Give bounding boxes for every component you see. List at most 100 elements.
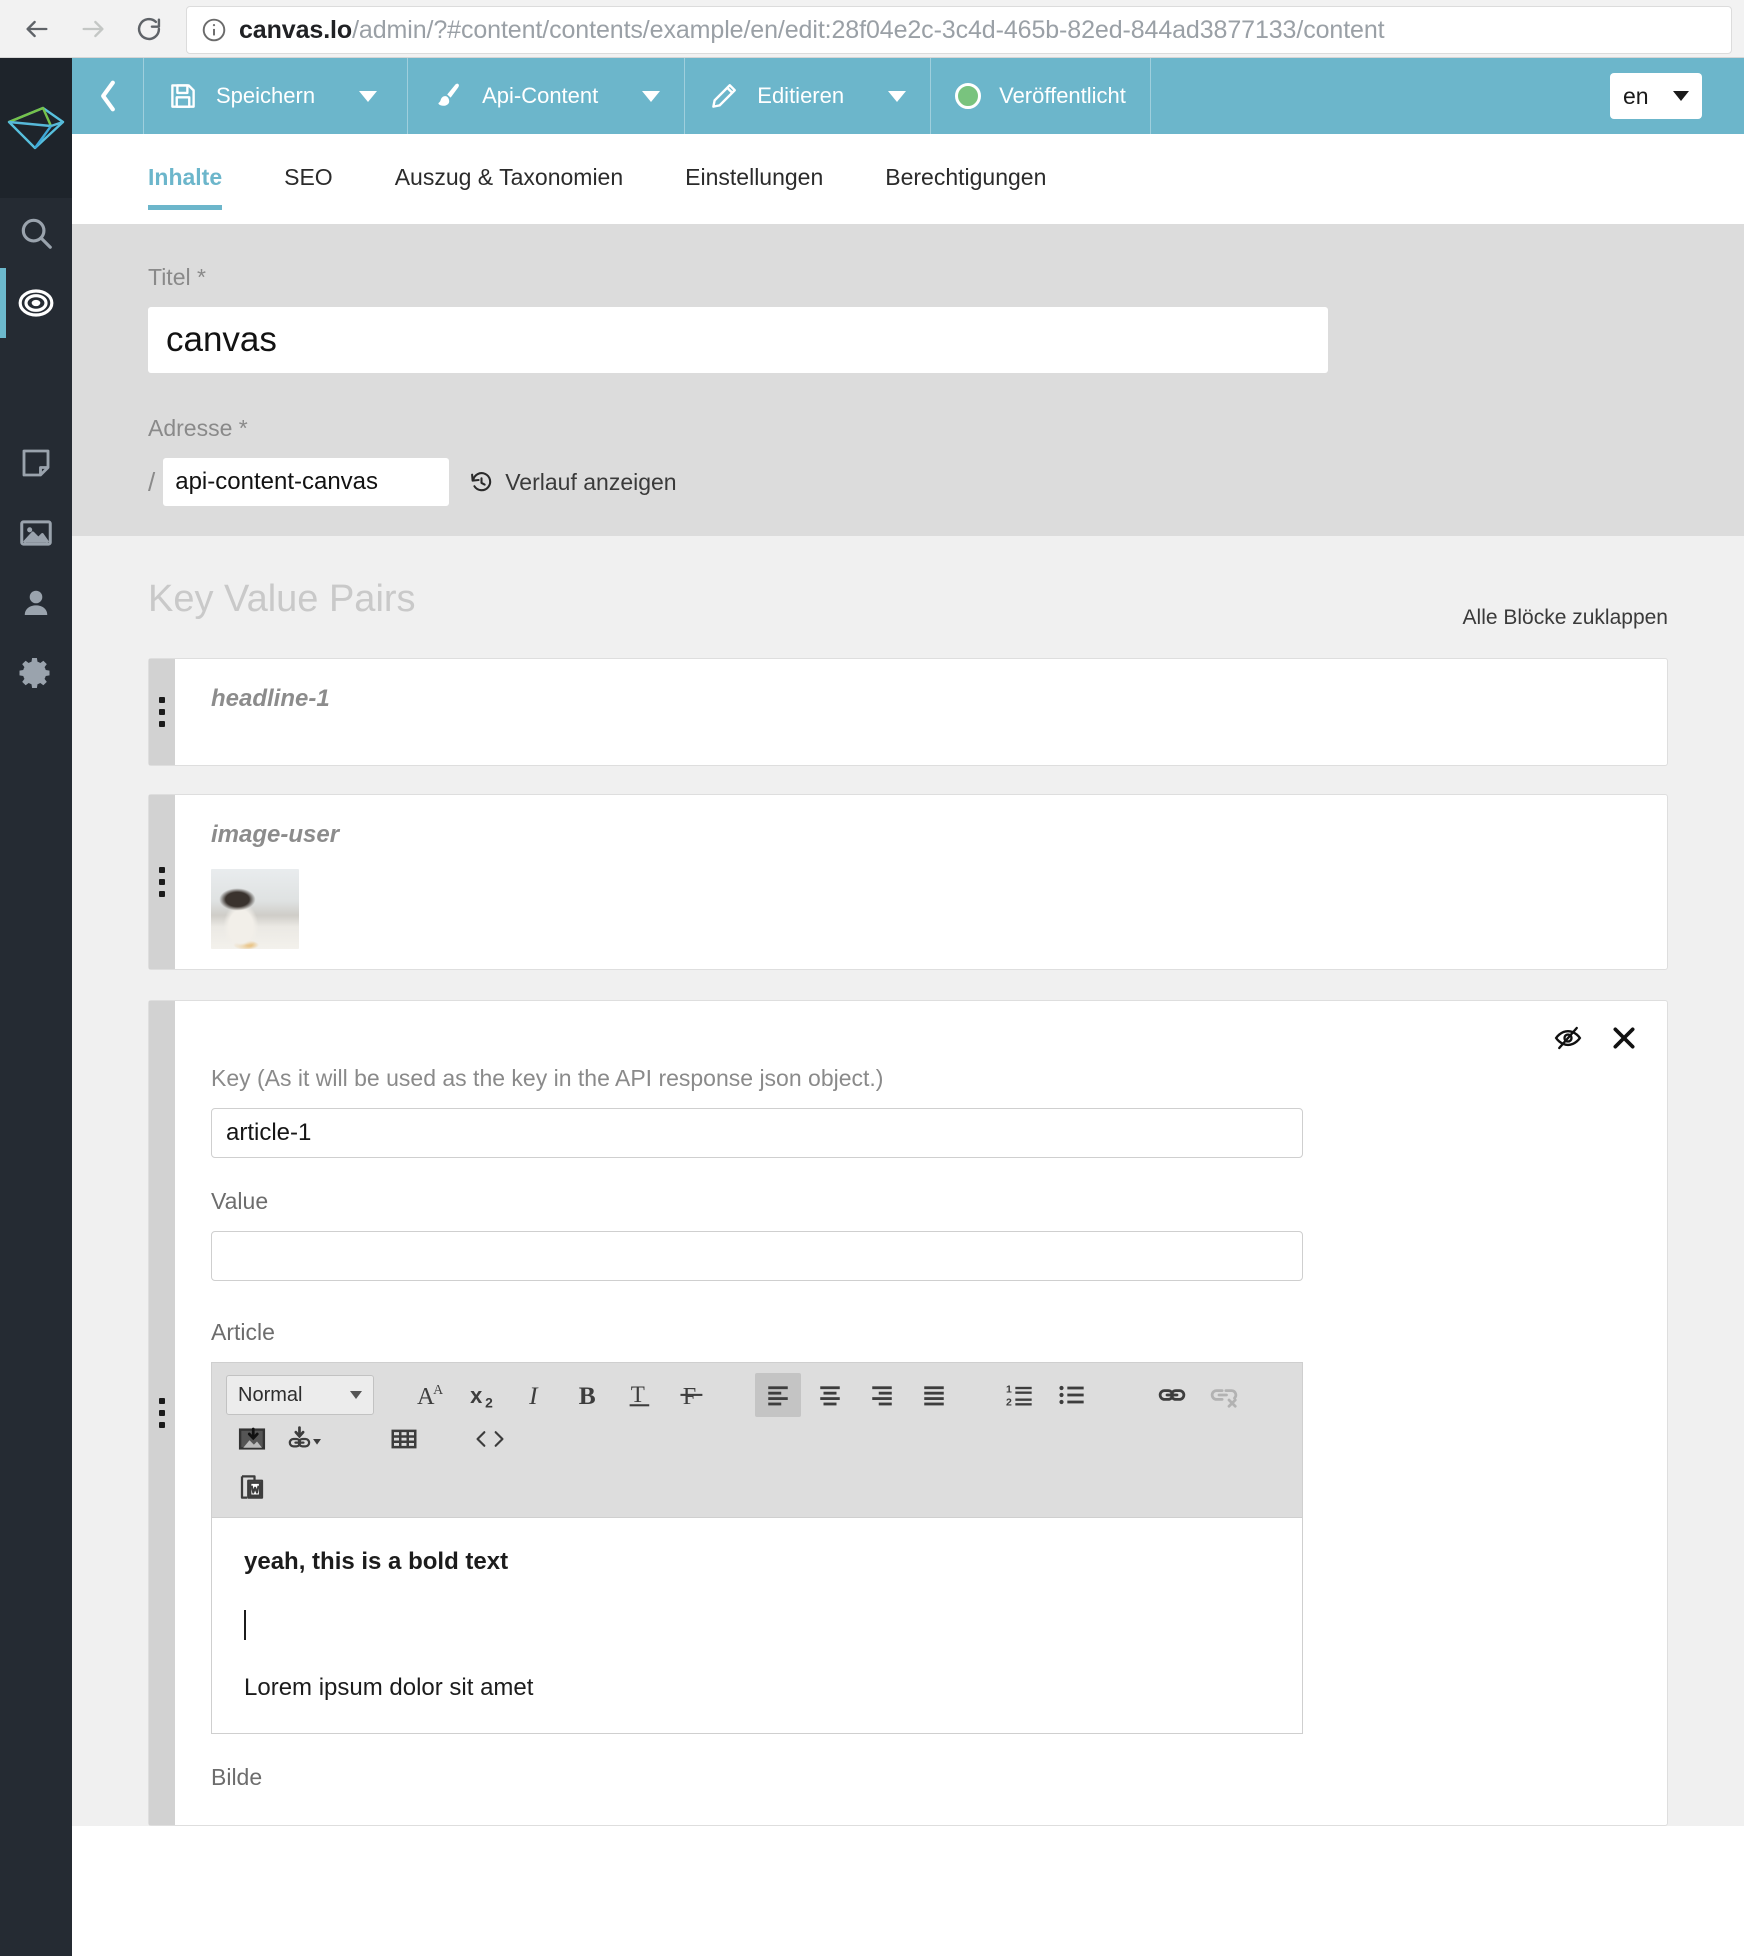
- collapse-all-blocks-button[interactable]: Alle Blöcke zuklappen: [1463, 606, 1668, 630]
- remove-block-button[interactable]: [1611, 1025, 1637, 1056]
- address-prefix: /: [148, 466, 156, 497]
- kvp-block-key-label: headline-1: [211, 685, 330, 712]
- meta-form-panel: Titel * canvas Adresse * / api-content-c…: [72, 224, 1744, 536]
- align-right-icon[interactable]: [859, 1373, 905, 1417]
- app-logo[interactable]: [0, 58, 72, 198]
- content-type-button[interactable]: Api-Content: [408, 58, 686, 134]
- drag-dots-icon: [159, 1397, 165, 1428]
- editor-format-select[interactable]: Normal: [226, 1375, 374, 1415]
- font-size-glyph: A A: [417, 1382, 443, 1410]
- tab-auszug-taxonomien[interactable]: Auszug & Taxonomien: [395, 134, 623, 224]
- value-input[interactable]: [211, 1231, 1303, 1281]
- kvp-block-collapsed[interactable]: headline-1: [148, 658, 1668, 766]
- key-value-pairs-section: Key Value Pairs Alle Blöcke zuklappen he…: [72, 536, 1744, 1826]
- align-left-icon[interactable]: [755, 1373, 801, 1417]
- tab-seo[interactable]: SEO: [284, 134, 333, 224]
- paste-from-word-icon[interactable]: [229, 1465, 275, 1509]
- kvp-block-actions: [1553, 1023, 1637, 1058]
- chevron-left-icon: [100, 80, 115, 112]
- insert-table-icon[interactable]: [381, 1417, 427, 1461]
- address-input[interactable]: api-content-canvas: [163, 458, 450, 506]
- title-input[interactable]: canvas: [148, 307, 1328, 373]
- url-host: canvas.lo: [239, 15, 353, 44]
- align-center-icon[interactable]: [807, 1373, 853, 1417]
- content-type-dropdown-caret-icon[interactable]: [642, 90, 661, 102]
- kvp-block-key-label: image-user: [211, 821, 340, 848]
- kvp-block-body: Key (As it will be used as the key in th…: [175, 1001, 1667, 1825]
- toolbar-back-button[interactable]: [72, 58, 144, 134]
- insert-link-icon[interactable]: [1149, 1373, 1195, 1417]
- browser-back-button[interactable]: [14, 6, 60, 52]
- title-field-label: Titel *: [148, 264, 206, 290]
- sidebar-item-pages[interactable]: [0, 428, 72, 498]
- sidebar-item-users[interactable]: [0, 568, 72, 638]
- edit-mode-button[interactable]: Editieren: [685, 58, 932, 134]
- font-size-icon[interactable]: A A: [409, 1373, 455, 1417]
- browser-forward-button[interactable]: [70, 6, 116, 52]
- arrow-left-icon: [26, 20, 48, 37]
- editor-format-value: Normal: [238, 1383, 303, 1406]
- info-circle-icon[interactable]: [201, 17, 227, 43]
- sidebar-item-search[interactable]: [0, 198, 72, 268]
- publish-status-button[interactable]: Veröffentlicht: [931, 58, 1151, 134]
- hide-block-button[interactable]: [1553, 1023, 1583, 1058]
- tab-berechtigungen[interactable]: Berechtigungen: [885, 134, 1046, 224]
- page-icon: [22, 449, 50, 477]
- image-thumbnail[interactable]: [211, 869, 299, 949]
- remove-link-icon[interactable]: [1201, 1373, 1247, 1417]
- main-content: Speichern Api-Content Editieren Veröffen…: [72, 58, 1744, 1956]
- pencil-icon: [709, 81, 739, 111]
- sidebar-item-content[interactable]: [0, 268, 72, 338]
- save-dropdown-caret-icon[interactable]: [359, 90, 378, 102]
- align-right-glyph: [872, 1386, 892, 1406]
- image-download-glyph: [238, 1427, 266, 1450]
- content-type-label: Api-Content: [482, 83, 599, 108]
- ordered-list-glyph: 1 2: [1006, 1384, 1032, 1409]
- language-select[interactable]: en: [1610, 73, 1702, 119]
- address-field-label: Adresse *: [148, 415, 248, 441]
- strikethrough-glyph: F: [680, 1383, 703, 1410]
- svg-text:B: B: [579, 1382, 596, 1410]
- editor-content-area[interactable]: yeah, this is a bold text Lorem ipsum do…: [211, 1517, 1303, 1734]
- unlink-glyph: [1210, 1389, 1238, 1408]
- status-dot-icon: [955, 83, 982, 109]
- browser-reload-button[interactable]: [126, 6, 172, 52]
- save-button[interactable]: Speichern: [144, 58, 409, 134]
- bold-icon[interactable]: B: [565, 1373, 611, 1417]
- address-bar-url: canvas.lo/admin/?#content/contents/examp…: [239, 16, 1385, 45]
- left-sidebar: [0, 58, 72, 1956]
- subscript-icon[interactable]: x 2: [461, 1373, 507, 1417]
- align-justify-icon[interactable]: [911, 1373, 957, 1417]
- address-bar[interactable]: canvas.lo/admin/?#content/contents/examp…: [186, 6, 1732, 54]
- insert-image-icon[interactable]: [229, 1417, 275, 1461]
- svg-text:2: 2: [1006, 1397, 1012, 1409]
- editor-toolbar-row-2: [226, 1461, 1288, 1509]
- drag-handle[interactable]: [149, 1001, 175, 1825]
- svg-text:2: 2: [485, 1395, 493, 1410]
- bold-glyph: B: [579, 1382, 596, 1410]
- sidebar-item-settings[interactable]: [0, 638, 72, 708]
- tab-inhalte[interactable]: Inhalte: [148, 134, 223, 224]
- insert-file-link-icon[interactable]: [281, 1417, 327, 1461]
- edit-mode-dropdown-caret-icon[interactable]: [888, 90, 907, 102]
- align-justify-glyph: [924, 1386, 944, 1406]
- history-icon: [471, 471, 492, 491]
- editor-toolbar: Normal A A x 2 I B T F 1 2: [211, 1362, 1303, 1517]
- italic-icon[interactable]: I: [513, 1373, 559, 1417]
- sidebar-item-media[interactable]: [0, 498, 72, 568]
- unordered-list-icon[interactable]: [1049, 1373, 1095, 1417]
- tab-einstellungen[interactable]: Einstellungen: [685, 134, 823, 224]
- subscript-glyph: x 2: [470, 1383, 493, 1410]
- underline-icon[interactable]: T: [617, 1373, 663, 1417]
- editor-paragraph-3: Lorem ipsum dolor sit amet: [244, 1674, 534, 1702]
- canvas-logo-icon: [7, 106, 65, 150]
- strikethrough-icon[interactable]: F: [669, 1373, 715, 1417]
- key-input[interactable]: article-1: [211, 1108, 1303, 1158]
- drag-handle[interactable]: [149, 795, 175, 969]
- drag-handle[interactable]: [149, 659, 175, 765]
- ordered-list-icon[interactable]: 1 2: [997, 1373, 1043, 1417]
- show-history-link[interactable]: Verlauf anzeigen: [469, 469, 677, 496]
- kvp-block-collapsed-image[interactable]: image-user: [148, 794, 1668, 970]
- source-code-icon[interactable]: [467, 1417, 513, 1461]
- svg-text:1: 1: [1006, 1384, 1012, 1396]
